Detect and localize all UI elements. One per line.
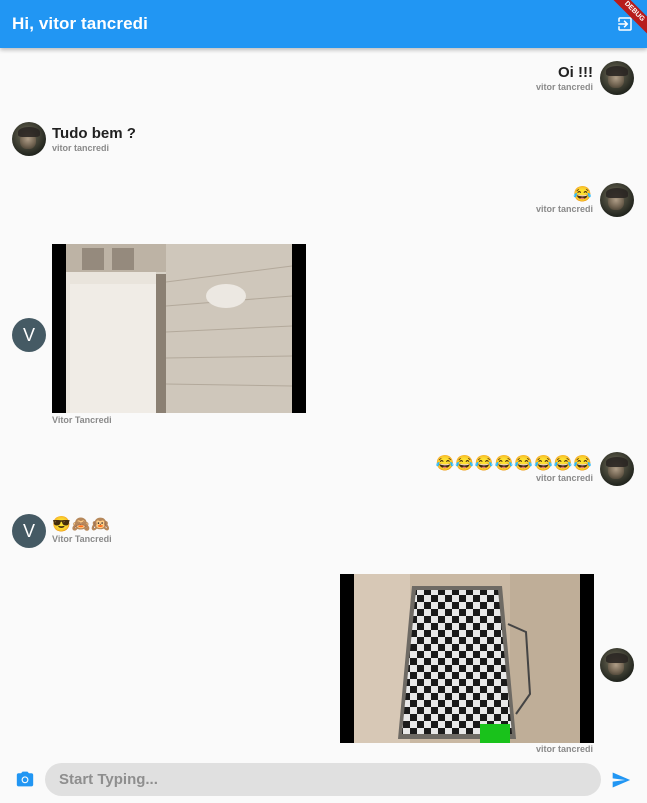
message-item: 😎🙈🙉 Vitor Tancredi [52,515,112,544]
avatar [600,452,634,486]
message-emoji: 😂 [573,186,593,203]
message-list[interactable]: Oi !!! vitor tancredi Tudo bem ? vitor t… [0,48,647,753]
send-icon[interactable] [610,770,632,790]
message-input[interactable] [45,763,601,796]
message-item: Vitor Tancredi [52,414,112,425]
message-item: vitor tancredi [536,743,593,753]
message-item: 😂😂😂😂😂😂😂😂 vitor tancredi [436,454,593,483]
message-item: 😂 vitor tancredi [536,185,593,214]
message-text: Oi !!! [558,64,593,81]
message-sender: vitor tancredi [535,82,593,92]
avatar: V [12,514,46,548]
avatar [600,183,634,217]
camera-icon[interactable] [15,770,35,788]
avatar [600,61,634,95]
message-sender: vitor tancredi [535,204,593,214]
message-sender: Vitor Tancredi [52,534,112,544]
app-bar: Hi, vitor tancredi [0,0,647,48]
composer-bar [0,753,647,803]
avatar [600,648,634,682]
message-emoji: 😎🙈🙉 [52,516,112,533]
message-sender: vitor tancredi [535,744,593,753]
app-title: Hi, vitor tancredi [12,14,148,33]
avatar [12,122,46,156]
message-image[interactable] [52,244,306,413]
message-sender: Vitor Tancredi [52,415,112,425]
avatar: V [12,318,46,352]
message-text: Tudo bem ? [52,125,136,142]
message-item: Oi !!! vitor tancredi [536,64,593,92]
message-sender: vitor tancredi [535,473,593,483]
message-emoji: 😂😂😂😂😂😂😂😂 [435,455,593,472]
message-sender: vitor tancredi [52,143,110,153]
message-item: Tudo bem ? vitor tancredi [52,125,136,153]
message-image[interactable] [340,574,594,743]
